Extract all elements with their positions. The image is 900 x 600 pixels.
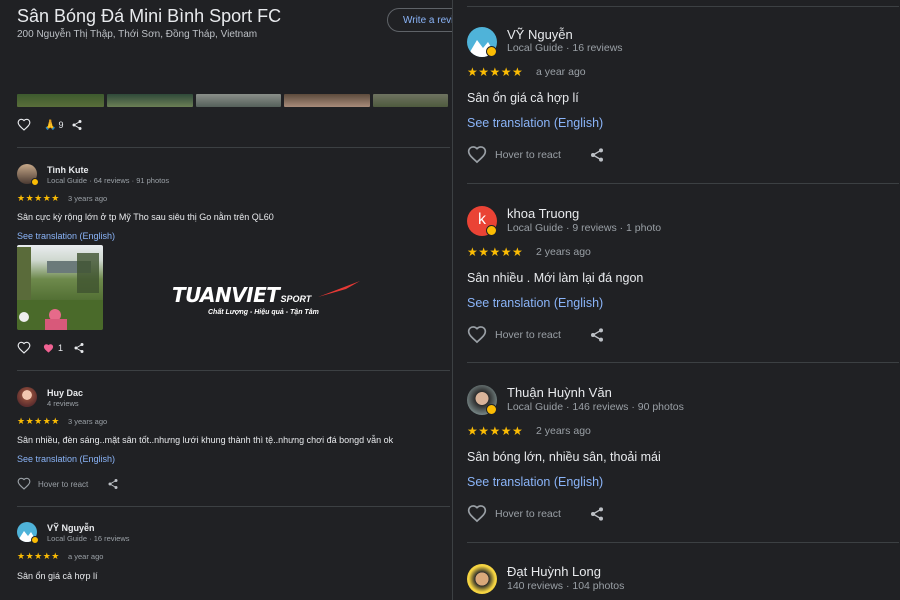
reviewer-name[interactable]: Tình Kute <box>47 165 89 175</box>
heart-icon[interactable] <box>467 504 487 524</box>
review-actions: Hover to react <box>467 504 605 524</box>
review-date: 2 years ago <box>536 246 591 258</box>
reviewer-name[interactable]: Huy Dac <box>47 388 83 398</box>
share-icon[interactable] <box>73 342 85 354</box>
place-title: Sân Bóng Đá Mini Bình Sport FC <box>17 6 282 26</box>
heart-icon[interactable] <box>467 325 487 345</box>
review-text: Sân cực kỳ rộng lớn ở tp Mỹ Tho sau siêu… <box>17 212 274 222</box>
divider <box>467 183 899 184</box>
photo-thumbnail[interactable] <box>107 94 193 107</box>
see-translation-link[interactable]: See translation (English) <box>467 116 603 130</box>
avatar[interactable] <box>17 387 37 407</box>
review-text: Sân nhiều, đèn sáng..mặt sân tốt..nhưng … <box>17 435 394 445</box>
reaction-count: 1 <box>58 343 64 353</box>
share-icon[interactable] <box>107 478 119 490</box>
reviewer-meta: Local Guide · 9 reviews · 1 photo <box>507 222 662 234</box>
reviewer-meta: 140 reviews · 104 photos <box>507 580 625 592</box>
photo-strip[interactable] <box>17 94 448 107</box>
heart-icon[interactable] <box>467 145 487 165</box>
heart-icon[interactable] <box>17 477 31 491</box>
review-date: 3 years ago <box>68 194 108 203</box>
rating-stars: ★★★★★ <box>17 416 60 426</box>
review-date: a year ago <box>536 66 586 78</box>
hover-to-react-label: Hover to react <box>38 479 89 489</box>
hover-to-react-label: Hover to react <box>495 329 561 341</box>
sponsor-banner: TUANVIET SPORT Chất Lượng - Hiệu quả - T… <box>172 281 372 333</box>
heart-icon[interactable] <box>17 118 31 132</box>
share-icon[interactable] <box>589 506 605 522</box>
local-guide-badge-icon <box>31 536 39 544</box>
divider <box>467 6 899 7</box>
review-text: Sân ổn giá cả hợp lí <box>467 91 579 105</box>
pray-icon: 🙏 <box>44 119 57 131</box>
brand-suffix: SPORT <box>280 294 312 304</box>
reviewer-name[interactable]: VỸ Nguyễn <box>47 523 95 533</box>
hover-to-react-label: Hover to react <box>495 149 561 161</box>
see-translation-link[interactable]: See translation (English) <box>17 454 115 464</box>
brand-tagline: Chất Lượng - Hiệu quả - Tận Tâm <box>208 309 319 316</box>
reviewer-meta: Local Guide · 16 reviews <box>507 42 623 54</box>
write-review-button[interactable]: Write a revi <box>387 8 452 32</box>
divider <box>17 370 450 371</box>
place-actions: 🙏 9 <box>17 118 83 132</box>
review-photo[interactable] <box>17 245 103 330</box>
reviewer-name[interactable]: VỸ Nguyễn <box>507 27 573 42</box>
photo-thumbnail[interactable] <box>372 94 448 107</box>
review-actions: Hover to react <box>467 145 605 165</box>
see-translation-link[interactable]: See translation (English) <box>17 231 115 241</box>
divider <box>467 542 899 543</box>
reviewer-name[interactable]: Thuận Huỳnh Văn <box>507 385 612 400</box>
review-text: Sân ổn giá cả hợp lí <box>17 571 98 581</box>
review-actions: 1 <box>17 341 85 355</box>
local-guide-badge-icon <box>486 225 497 236</box>
reviewer-name[interactable]: Đạt Huỳnh Long <box>507 564 601 579</box>
share-icon[interactable] <box>71 119 83 131</box>
reviewer-meta: 4 reviews <box>47 399 79 408</box>
photo-thumbnail[interactable] <box>284 94 370 107</box>
photo-thumbnail[interactable] <box>195 94 282 107</box>
photo-thumbnail[interactable] <box>17 94 105 107</box>
reviewer-meta: Local Guide · 16 reviews <box>47 534 130 543</box>
review-date: 3 years ago <box>68 417 108 426</box>
divider <box>17 506 450 507</box>
rating-stars: ★★★★★ <box>467 245 524 259</box>
review-actions: Hover to react <box>467 325 605 345</box>
rating-stars: ★★★★★ <box>467 65 524 79</box>
local-guide-badge-icon <box>486 404 497 415</box>
review-text: Sân nhiều . Mới làm lại đá ngon <box>467 271 644 285</box>
right-panel: VỸ Nguyễn Local Guide · 16 reviews ★★★★★… <box>452 0 900 600</box>
rating-stars: ★★★★★ <box>17 193 60 203</box>
hover-to-react-label: Hover to react <box>495 508 561 520</box>
review-date: a year ago <box>68 552 104 561</box>
reviewer-meta: Local Guide · 146 reviews · 90 photos <box>507 401 684 413</box>
divider <box>467 362 899 363</box>
see-translation-link[interactable]: See translation (English) <box>467 296 603 310</box>
local-guide-badge-icon <box>486 46 497 57</box>
brand-name: TUANVIET <box>172 283 280 307</box>
reaction-count: 9 <box>58 120 64 130</box>
place-address: 200 Nguyễn Thị Thập, Thới Sơn, Đồng Tháp… <box>17 29 258 40</box>
local-guide-badge-icon <box>31 178 39 186</box>
share-icon[interactable] <box>589 147 605 163</box>
reviewer-name[interactable]: khoa Truong <box>507 206 579 221</box>
see-translation-link[interactable]: See translation (English) <box>467 475 603 489</box>
review-date: 2 years ago <box>536 425 591 437</box>
review-actions: Hover to react <box>17 477 119 491</box>
swoosh-icon <box>318 281 360 297</box>
heart-icon[interactable] <box>17 341 31 355</box>
rating-stars: ★★★★★ <box>467 424 524 438</box>
rating-stars: ★★★★★ <box>17 551 60 561</box>
avatar[interactable] <box>467 564 497 594</box>
reviewer-meta: Local Guide · 64 reviews · 91 photos <box>47 176 170 185</box>
avatar-initial: k <box>478 211 486 228</box>
divider <box>17 147 450 148</box>
left-panel: Sân Bóng Đá Mini Bình Sport FC 200 Nguyễ… <box>0 0 452 600</box>
review-text: Sân bóng lớn, nhiều sân, thoải mái <box>467 450 661 464</box>
pink-heart-icon <box>43 343 54 354</box>
share-icon[interactable] <box>589 327 605 343</box>
